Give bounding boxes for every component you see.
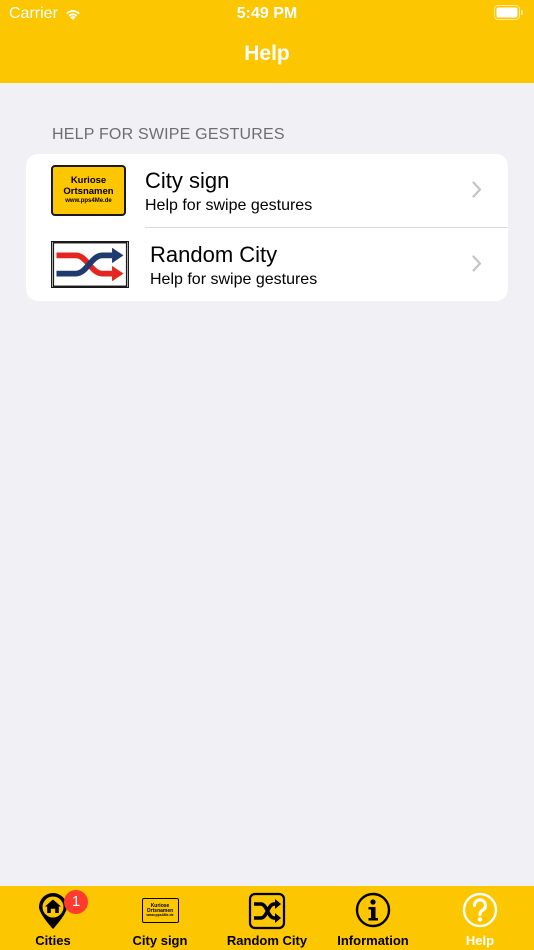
tab-icon-wrap: Kuriose Ortsnamen www.pps4Me.de bbox=[107, 892, 213, 930]
info-icon bbox=[355, 892, 391, 928]
tab-bar: 1 Cities Kuriose Ortsnamen www.pps4Me.de… bbox=[0, 886, 534, 950]
tab-city-sign[interactable]: Kuriose Ortsnamen www.pps4Me.de City sig… bbox=[107, 886, 213, 950]
page-title: Help bbox=[244, 42, 290, 65]
city-sign-icon: Kuriose Ortsnamen www.pps4Me.de bbox=[141, 898, 179, 923]
notification-badge: 1 bbox=[64, 890, 88, 914]
help-icon bbox=[462, 892, 498, 928]
help-row-city-sign[interactable]: Kuriose Ortsnamen www.pps4Me.de City sig… bbox=[26, 154, 508, 227]
row-subtitle: Help for swipe gestures bbox=[150, 271, 318, 288]
help-row-random-city[interactable]: Random City Help for swipe gestures bbox=[26, 228, 508, 301]
tab-icon-wrap bbox=[0, 892, 106, 930]
tab-label: Random City bbox=[226, 933, 308, 948]
row-title: Random City bbox=[150, 242, 278, 267]
tab-label: Help bbox=[465, 933, 495, 948]
tab-random-city[interactable]: Random City bbox=[214, 886, 320, 950]
tab-cities[interactable]: 1 Cities bbox=[0, 886, 106, 950]
tab-sign-line3: www.pps4Me.de bbox=[146, 912, 174, 917]
city-sign-thumbnail-icon: Kuriose Ortsnamen www.pps4Me.de bbox=[51, 165, 126, 216]
status-time: 5:49 PM bbox=[236, 5, 298, 22]
chevron-right-icon bbox=[472, 255, 482, 272]
tab-icon-wrap bbox=[427, 892, 533, 930]
section-header: HELP FOR SWIPE GESTURES bbox=[52, 126, 285, 143]
tab-help[interactable]: Help bbox=[427, 886, 533, 950]
status-bar: Carrier 5:49 PM bbox=[0, 0, 534, 28]
sign-line2: Ortsnamen bbox=[63, 186, 114, 198]
shuffle-icon bbox=[248, 892, 286, 930]
navigation-bar: Carrier 5:49 PM Help bbox=[0, 0, 534, 83]
shuffle-thumbnail-icon bbox=[51, 241, 129, 293]
help-list: Kuriose Ortsnamen www.pps4Me.de City sig… bbox=[26, 154, 508, 301]
tab-icon-wrap bbox=[214, 892, 320, 930]
tab-label: City sign bbox=[132, 933, 188, 948]
tab-label: Information bbox=[337, 933, 409, 948]
row-subtitle: Help for swipe gestures bbox=[145, 197, 313, 214]
row-title: City sign bbox=[145, 168, 230, 193]
tab-information[interactable]: Information bbox=[320, 886, 426, 950]
tab-icon-wrap bbox=[320, 892, 426, 930]
sign-line3: www.pps4Me.de bbox=[65, 197, 112, 204]
battery-icon bbox=[494, 5, 523, 20]
tab-label: Cities bbox=[35, 933, 71, 948]
chevron-right-icon bbox=[472, 181, 482, 198]
